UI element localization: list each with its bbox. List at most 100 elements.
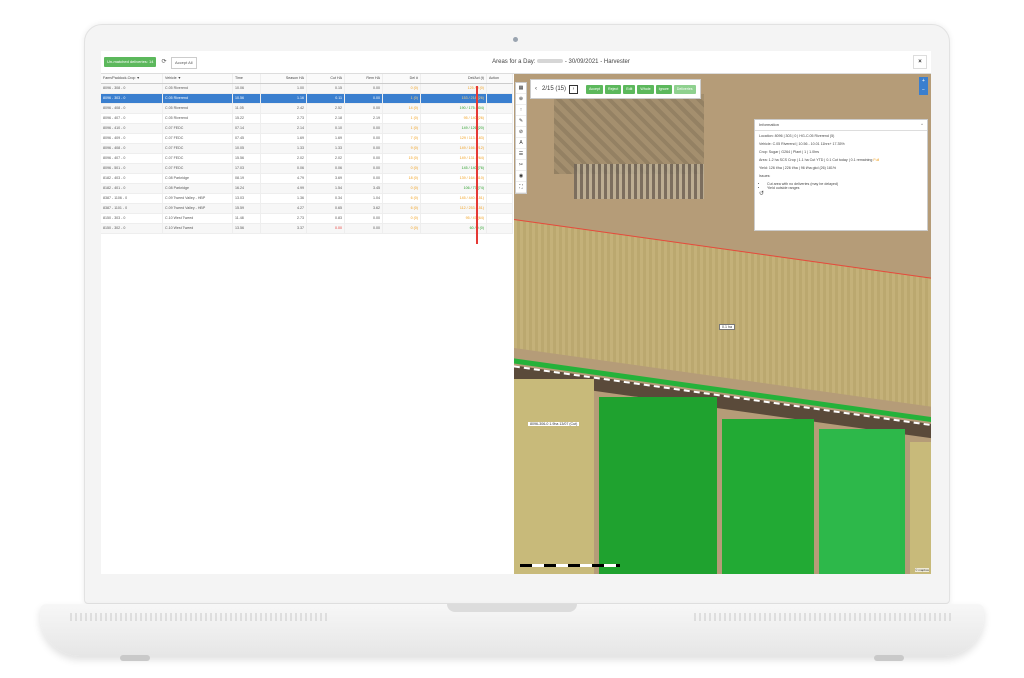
- cell-farm-paddock-crop: 8096 - 501 - 0: [101, 164, 163, 173]
- accept-all-button[interactable]: Accept All: [171, 57, 197, 69]
- cell-action[interactable]: [487, 104, 513, 113]
- paddock-green-3[interactable]: [819, 429, 905, 574]
- accept-button[interactable]: Accept: [586, 84, 604, 94]
- cell-farm-paddock-crop: 8150 - 302 - 0: [101, 224, 163, 233]
- table-row[interactable]: 8387 - 1101 - 0 C.09 Tweed Valley - HBP 15…: [101, 204, 513, 214]
- prev-arrow-icon[interactable]: ‹: [533, 86, 539, 92]
- paddock-green-2[interactable]: [722, 419, 814, 574]
- cell-del-count: 6 (0): [383, 194, 421, 203]
- ignore-button[interactable]: Ignore: [655, 84, 672, 94]
- cell-action[interactable]: [487, 164, 513, 173]
- map-tool-icon[interactable]: ☰: [516, 149, 526, 160]
- cell-rem-ha: 0.00: [345, 134, 383, 143]
- col-del-act[interactable]: Del/Act (t): [421, 74, 487, 83]
- collapse-icon[interactable]: ^: [921, 120, 923, 130]
- yard-area: [554, 94, 704, 174]
- map-tool-icon[interactable]: ✎: [516, 116, 526, 127]
- cell-cut-ha: 3.69: [307, 174, 345, 183]
- table-row[interactable]: 8096 - 308 - 0 C.05 Riverend 10.06 1.00 0.15…: [101, 84, 513, 94]
- cell-action[interactable]: [487, 94, 513, 103]
- table-row[interactable]: 8150 - 302 - 0 C.10 West Tweed 13.56 3.37 0.…: [101, 224, 513, 234]
- cell-action[interactable]: [487, 154, 513, 163]
- cell-farm-paddock-crop: 8387 - 1101 - 0: [101, 204, 163, 213]
- cell-action[interactable]: [487, 204, 513, 213]
- cell-vehicle: C.07 FEDC: [163, 154, 233, 163]
- map-tool-icon[interactable]: ⊕: [516, 94, 526, 105]
- map-tool-icon[interactable]: ↑: [516, 105, 526, 116]
- cell-farm-paddock-crop: 8182 - 401 - 0: [101, 184, 163, 193]
- field-area-label: 0.1 ha: [719, 324, 735, 330]
- cell-time: 11.48: [233, 214, 261, 223]
- cell-action[interactable]: [487, 174, 513, 183]
- cell-action[interactable]: [487, 144, 513, 153]
- cell-rem-ha: 3.45: [345, 184, 383, 193]
- cell-vehicle: C.07 FEDC: [163, 164, 233, 173]
- zoom-in-icon[interactable]: +: [919, 77, 928, 86]
- cell-season-ha: 2.02: [261, 154, 307, 163]
- next-arrow-icon[interactable]: ›: [569, 84, 579, 94]
- title-prefix: Areas for a Day:: [492, 59, 536, 65]
- col-cut-ha[interactable]: Cut HA: [307, 74, 345, 83]
- col-rem-ha[interactable]: Rem HA: [345, 74, 383, 83]
- table-row[interactable]: 8096 - 407 - 0 C.07 FEDC 15.56 2.02 2.02 0.00…: [101, 154, 513, 164]
- table-row[interactable]: 8096 - 303 - 0 C.05 Riverend 10.56 1.16 0.11…: [101, 94, 513, 104]
- col-del-count[interactable]: Del #: [383, 74, 421, 83]
- map-tool-icon[interactable]: ✂: [516, 160, 526, 171]
- cell-time: 15.56: [233, 154, 261, 163]
- undo-icon[interactable]: ↺: [759, 190, 923, 197]
- cell-vehicle: C.10 West Tweed: [163, 214, 233, 223]
- paddock-harvested-2[interactable]: [910, 442, 931, 574]
- table-row[interactable]: 8096 - 408 - 0 C.07 FEDC 10.05 1.33 1.33 0.00…: [101, 144, 513, 154]
- table-row[interactable]: 8182 - 403 - 0 C.08 Parkridge 08.19 4.79 3.6…: [101, 174, 513, 184]
- cell-action[interactable]: [487, 84, 513, 93]
- cell-action[interactable]: [487, 124, 513, 133]
- cell-action[interactable]: [487, 184, 513, 193]
- col-action[interactable]: Action: [487, 74, 513, 83]
- map-tool-icon[interactable]: ◉: [516, 171, 526, 182]
- cell-vehicle: C.08 Parkridge: [163, 174, 233, 183]
- cell-action[interactable]: [487, 114, 513, 123]
- laptop-notch: [447, 604, 577, 612]
- whole-button[interactable]: Whole: [637, 84, 654, 94]
- pager-text: 2/15 (15): [542, 86, 567, 92]
- col-farm-paddock-crop[interactable]: Farm/Paddock-Crop ▼: [101, 74, 163, 83]
- edit-button[interactable]: Edit: [623, 84, 636, 94]
- cell-cut-ha: 1.69: [307, 134, 345, 143]
- table-row[interactable]: 8096 - 407 - 0 C.05 Riverend 15.22 2.73 2.18…: [101, 114, 513, 124]
- col-vehicle[interactable]: Vehicle ▼: [163, 74, 233, 83]
- cell-action[interactable]: [487, 214, 513, 223]
- table-row[interactable]: 8096 - 410 - 0 C.07 FEDC 07.14 2.14 0.10 0.00…: [101, 124, 513, 134]
- table-body: 8096 - 308 - 0 C.05 Riverend 10.06 1.00 0.15…: [101, 84, 513, 234]
- cell-action[interactable]: [487, 134, 513, 143]
- cell-farm-paddock-crop: 8096 - 408 - 0: [101, 144, 163, 153]
- col-season-ha[interactable]: Season HA: [261, 74, 307, 83]
- close-button[interactable]: ×: [913, 55, 927, 69]
- filter-icon: ▼: [136, 76, 140, 80]
- cell-action[interactable]: [487, 194, 513, 203]
- unmatched-deliveries-button[interactable]: Un-matched deliveries: 14: [104, 57, 157, 67]
- filter-icon: ▼: [177, 76, 182, 80]
- cell-farm-paddock-crop: 8096 - 308 - 0: [101, 84, 163, 93]
- col-time[interactable]: Time: [233, 74, 261, 83]
- map-tool-icon[interactable]: ⛶: [516, 182, 526, 193]
- refresh-icon[interactable]: ⟳: [160, 57, 168, 67]
- map-tool-icon[interactable]: A: [516, 138, 526, 149]
- paddock-harvested[interactable]: [514, 379, 594, 574]
- table-row[interactable]: 8387 - 1106 - 0 C.09 Tweed Valley - HBP 13…: [101, 194, 513, 204]
- map-tool-icon[interactable]: ⊘: [516, 127, 526, 138]
- table-row[interactable]: 8096 - 501 - 0 C.07 FEDC 17.03 0.06 0.06 0.00…: [101, 164, 513, 174]
- cell-action[interactable]: [487, 224, 513, 233]
- top-toolbar: Un-matched deliveries: 14 ⟳ Accept All A…: [101, 51, 931, 74]
- cell-rem-ha: 0.00: [345, 154, 383, 163]
- table-row[interactable]: 8150 - 303 - 0 C.10 West Tweed 11.48 2.73 0.…: [101, 214, 513, 224]
- zoom-out-icon[interactable]: −: [919, 86, 928, 95]
- reject-button[interactable]: Reject: [605, 84, 622, 94]
- table-row[interactable]: 8182 - 401 - 0 C.08 Parkridge 16.24 4.99 1.5…: [101, 184, 513, 194]
- deliveries-button[interactable]: Deliveries: [673, 84, 696, 94]
- satellite-map[interactable]: 0.1 ha 8096-306-0 1.9ha 13/07 (Cut) ▦ ⊕ ↑ ✎…: [514, 74, 931, 574]
- table-row[interactable]: 8096 - 409 - 0 C.07 FEDC 07.45 1.69 1.69 0.00…: [101, 134, 513, 144]
- table-row[interactable]: 8096 - 408 - 0 C.05 Riverend 11.05 2.42 2.52…: [101, 104, 513, 114]
- paddock-green-1[interactable]: [599, 397, 717, 574]
- info-crop: Crop: Sugar | G264 | Plant | 1 | 1.0hrs: [759, 150, 820, 154]
- map-tool-icon[interactable]: ▦: [516, 83, 526, 94]
